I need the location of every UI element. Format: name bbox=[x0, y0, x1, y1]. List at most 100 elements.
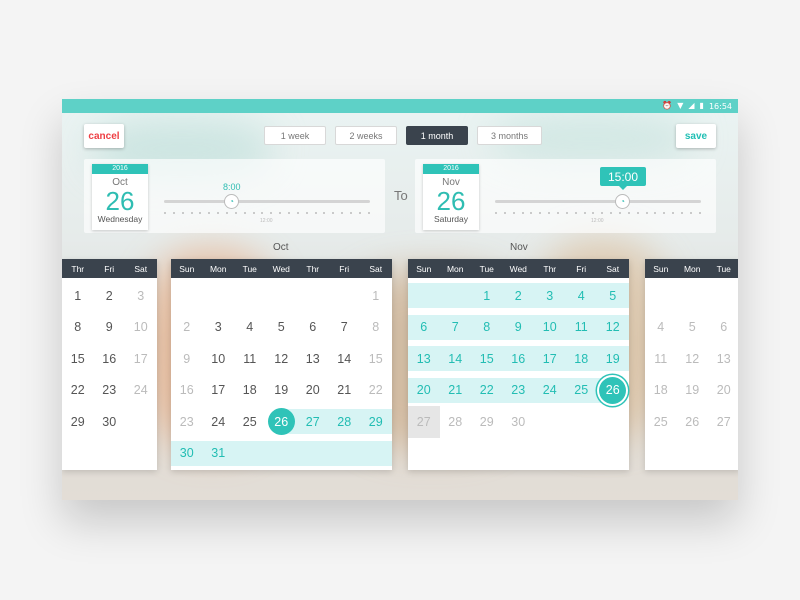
day-cell[interactable]: 26 bbox=[597, 375, 629, 407]
day-cell[interactable]: 24 bbox=[125, 375, 157, 407]
range-3-months[interactable]: 3 months bbox=[477, 126, 542, 145]
day-cell[interactable]: 21 bbox=[440, 375, 472, 407]
day-cell[interactable]: 4 bbox=[234, 312, 266, 344]
day-cell[interactable]: 4 bbox=[566, 280, 598, 312]
range-2-weeks[interactable]: 2 weeks bbox=[335, 126, 397, 145]
end-slider-handle[interactable]: ◔ bbox=[615, 194, 630, 209]
day-cell[interactable]: 25 bbox=[645, 406, 677, 438]
start-slider-handle[interactable]: ◔ bbox=[224, 194, 239, 209]
day-cell[interactable]: 11 bbox=[645, 343, 677, 375]
day-cell[interactable]: 29 bbox=[360, 406, 392, 438]
day-cell[interactable]: 20 bbox=[408, 375, 440, 407]
day-cell[interactable]: 23 bbox=[503, 375, 535, 407]
day-cell[interactable]: 22 bbox=[471, 375, 503, 407]
day-cell[interactable]: 15 bbox=[471, 343, 503, 375]
day-cell[interactable]: 10 bbox=[534, 312, 566, 344]
day-cell[interactable]: 30 bbox=[94, 406, 126, 438]
end-date-card[interactable]: 2016 Nov 26 Saturday bbox=[423, 164, 479, 230]
day-cell[interactable]: 29 bbox=[471, 406, 503, 438]
day-cell[interactable]: 2 bbox=[94, 280, 126, 312]
day-cell[interactable]: 25 bbox=[566, 375, 598, 407]
day-cell[interactable]: 12 bbox=[677, 343, 709, 375]
day-cell[interactable]: 18 bbox=[234, 375, 266, 407]
day-cell[interactable]: 29 bbox=[62, 406, 94, 438]
day-cell[interactable]: 30 bbox=[503, 406, 535, 438]
day-cell[interactable]: 24 bbox=[203, 406, 235, 438]
day-cell[interactable]: 15 bbox=[62, 343, 94, 375]
day-cell[interactable]: 27 bbox=[708, 406, 738, 438]
day-cell[interactable]: 14 bbox=[329, 343, 361, 375]
day-cell[interactable]: 14 bbox=[440, 343, 472, 375]
day-cell[interactable]: 22 bbox=[62, 375, 94, 407]
day-cell[interactable]: 10 bbox=[203, 343, 235, 375]
day-cell[interactable]: 6 bbox=[408, 312, 440, 344]
day-cell[interactable]: 24 bbox=[534, 375, 566, 407]
day-cell[interactable]: 16 bbox=[503, 343, 535, 375]
day-cell[interactable]: 16 bbox=[94, 343, 126, 375]
range-1-month[interactable]: 1 month bbox=[406, 126, 468, 145]
start-date-card[interactable]: 2016 Oct 26 Wednesday bbox=[92, 164, 148, 230]
day-cell[interactable]: 23 bbox=[171, 406, 203, 438]
day-cell[interactable]: 20 bbox=[297, 375, 329, 407]
end-time-slider[interactable]: 15:00 ◔ 12:00 bbox=[495, 159, 715, 233]
day-cell[interactable]: 3 bbox=[203, 312, 235, 344]
day-cell[interactable]: 16 bbox=[171, 375, 203, 407]
day-cell[interactable]: 13 bbox=[408, 343, 440, 375]
day-cell[interactable]: 8 bbox=[471, 312, 503, 344]
day-cell[interactable]: 17 bbox=[203, 375, 235, 407]
day-cell[interactable]: 9 bbox=[171, 343, 203, 375]
day-cell[interactable]: 19 bbox=[677, 375, 709, 407]
day-cell[interactable]: 4 bbox=[645, 312, 677, 344]
day-cell[interactable]: 15 bbox=[360, 343, 392, 375]
day-cell[interactable]: 2 bbox=[503, 280, 535, 312]
day-cell[interactable]: 27 bbox=[297, 406, 329, 438]
day-cell[interactable]: 1 bbox=[62, 280, 94, 312]
save-button[interactable]: save bbox=[676, 124, 716, 148]
day-cell[interactable]: 7 bbox=[440, 312, 472, 344]
day-cell[interactable]: 7 bbox=[329, 312, 361, 344]
cancel-button[interactable]: cancel bbox=[84, 124, 124, 148]
day-cell[interactable]: 13 bbox=[708, 343, 738, 375]
day-cell[interactable]: 23 bbox=[94, 375, 126, 407]
day-cell[interactable]: 6 bbox=[708, 312, 738, 344]
day-cell[interactable]: 3 bbox=[125, 280, 157, 312]
day-cell[interactable]: 10 bbox=[125, 312, 157, 344]
day-cell[interactable]: 22 bbox=[360, 375, 392, 407]
day-cell[interactable]: 12 bbox=[266, 343, 298, 375]
day-cell[interactable]: 28 bbox=[329, 406, 361, 438]
day-cell[interactable]: 30 bbox=[171, 438, 203, 470]
day-cell[interactable]: 12 bbox=[597, 312, 629, 344]
day-cell[interactable]: 31 bbox=[203, 438, 235, 470]
day-cell[interactable]: 1 bbox=[471, 280, 503, 312]
day-cell[interactable]: 5 bbox=[677, 312, 709, 344]
day-cell[interactable]: 26 bbox=[677, 406, 709, 438]
day-cell[interactable]: 11 bbox=[566, 312, 598, 344]
range-1-week[interactable]: 1 week bbox=[264, 126, 326, 145]
day-cell[interactable]: 17 bbox=[534, 343, 566, 375]
day-cell[interactable]: 26 bbox=[266, 406, 298, 438]
day-cell[interactable]: 2 bbox=[171, 312, 203, 344]
start-time-slider[interactable]: 8:00 ◔ 12:00 bbox=[164, 159, 384, 233]
day-cell[interactable]: 21 bbox=[329, 375, 361, 407]
start-weekday: Wednesday bbox=[97, 214, 143, 224]
day-cell[interactable]: 1 bbox=[360, 280, 392, 312]
day-cell[interactable]: 19 bbox=[266, 375, 298, 407]
day-cell[interactable]: 3 bbox=[534, 280, 566, 312]
day-cell[interactable]: 11 bbox=[234, 343, 266, 375]
day-cell[interactable]: 19 bbox=[597, 343, 629, 375]
day-cell[interactable]: 25 bbox=[234, 406, 266, 438]
day-cell[interactable]: 9 bbox=[503, 312, 535, 344]
day-cell[interactable]: 5 bbox=[266, 312, 298, 344]
day-cell[interactable]: 18 bbox=[645, 375, 677, 407]
day-cell[interactable]: 17 bbox=[125, 343, 157, 375]
day-cell[interactable]: 8 bbox=[62, 312, 94, 344]
day-cell[interactable]: 18 bbox=[566, 343, 598, 375]
day-cell[interactable]: 5 bbox=[597, 280, 629, 312]
day-cell[interactable]: 9 bbox=[94, 312, 126, 344]
day-cell[interactable]: 27 bbox=[408, 406, 440, 438]
day-cell[interactable]: 13 bbox=[297, 343, 329, 375]
day-cell[interactable]: 20 bbox=[708, 375, 738, 407]
day-cell[interactable]: 8 bbox=[360, 312, 392, 344]
day-cell[interactable]: 6 bbox=[297, 312, 329, 344]
day-cell[interactable]: 28 bbox=[440, 406, 472, 438]
